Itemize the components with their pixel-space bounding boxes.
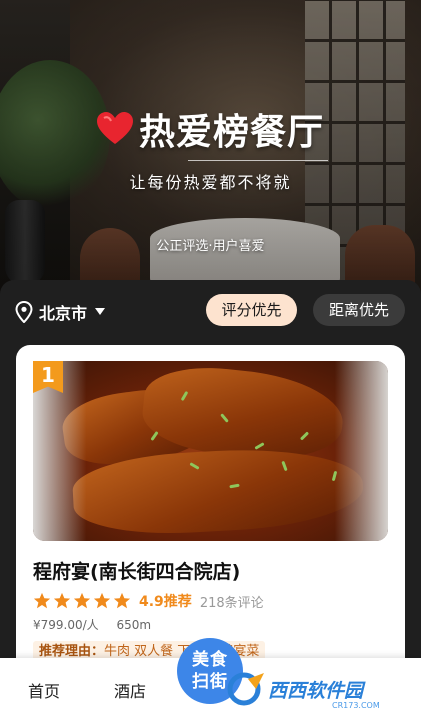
star-icon xyxy=(73,592,91,609)
location-pin-icon xyxy=(15,301,33,323)
star-rating xyxy=(33,592,133,610)
watermark-logo-icon xyxy=(227,672,264,706)
hero-divider xyxy=(188,160,328,161)
sort-by-rating-button[interactable]: 评分优先 xyxy=(206,294,297,326)
hero-title-row: 热爱榜餐厅 xyxy=(95,104,324,154)
rating-score: 4.9推荐 xyxy=(139,594,192,610)
sort-by-distance-button[interactable]: 距离优先 xyxy=(313,294,405,326)
watermark-url: CR173.COM xyxy=(332,701,380,710)
star-icon xyxy=(33,592,51,609)
distance: 650m xyxy=(116,618,152,632)
review-count: 218条评论 xyxy=(199,595,264,611)
restaurant-name: 程府宴(南长街四合院店) xyxy=(33,561,241,583)
city-label: 北京市 xyxy=(39,304,88,323)
watermark-text: 西西软件园 xyxy=(268,679,364,702)
restaurant-meta: ¥799.00/人 650m xyxy=(33,616,165,633)
star-icon xyxy=(93,592,111,609)
restaurant-photo xyxy=(33,361,388,541)
star-icon xyxy=(53,592,71,609)
caret-down-icon xyxy=(95,308,106,315)
price-per-person: ¥799.00/人 xyxy=(33,618,99,632)
star-icon xyxy=(113,592,131,609)
rating-row: 4.9推荐 218条评论 xyxy=(33,591,264,611)
hero-tagline: 公正评选·用户喜爱 xyxy=(156,239,265,254)
nav-home[interactable]: 首页 xyxy=(28,678,60,702)
nav-hotel[interactable]: 酒店 xyxy=(114,678,146,702)
hero-subtitle: 让每份热爱都不将就 xyxy=(129,173,292,192)
recommend-reason-label: 推荐理由： xyxy=(39,644,105,659)
city-selector[interactable]: 北京市 xyxy=(15,298,106,326)
hero-title: 热爱榜餐厅 xyxy=(139,112,325,153)
heart-icon xyxy=(97,112,133,144)
